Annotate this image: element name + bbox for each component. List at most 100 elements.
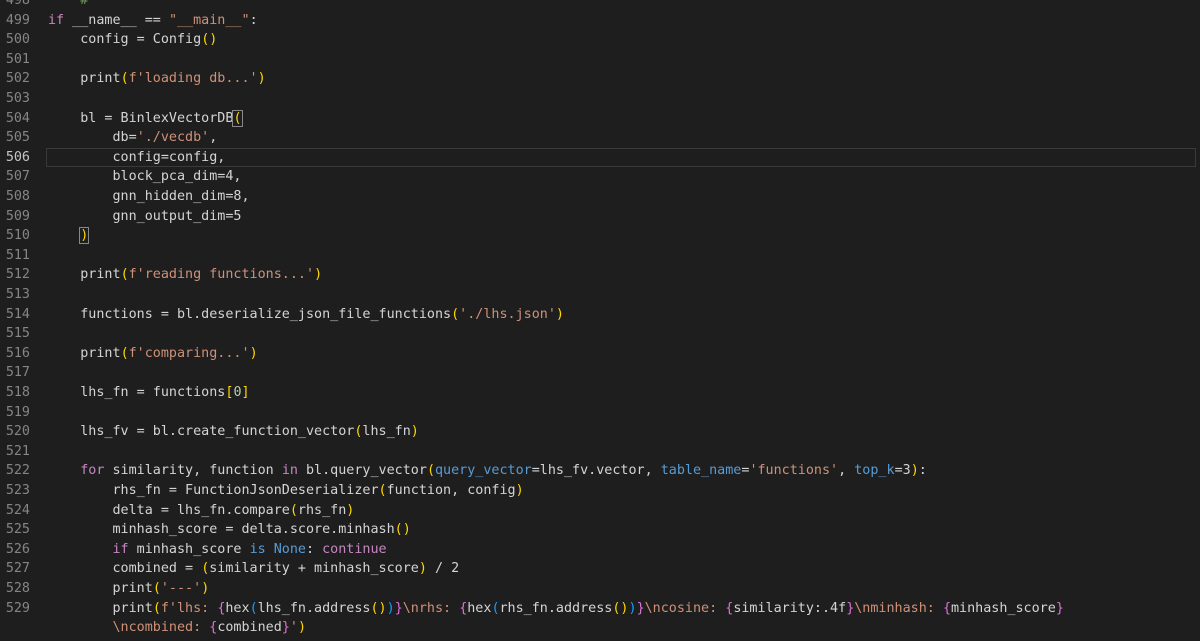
code-text[interactable]: bl = BinlexVectorDB( bbox=[48, 109, 243, 129]
code-text[interactable]: print(f'loading db...') bbox=[48, 69, 265, 89]
code-text[interactable]: config=config, bbox=[48, 148, 225, 168]
code-text[interactable]: lhs_fn = functions[0] bbox=[48, 383, 249, 403]
code-line[interactable]: 499 if __name__ == "__main__": bbox=[0, 11, 1200, 31]
code-line[interactable]: 516 print(f'comparing...') bbox=[0, 344, 1200, 364]
code-token: similarity:.4f bbox=[733, 600, 847, 616]
code-text[interactable]: print(f'comparing...') bbox=[48, 344, 257, 364]
code-text[interactable]: gnn_output_dim=5 bbox=[48, 207, 241, 227]
code-text[interactable]: print(f'reading functions...') bbox=[48, 265, 322, 285]
code-text[interactable]: block_pca_dim=4, bbox=[48, 167, 241, 187]
code-line[interactable]: 500 config = Config() bbox=[0, 30, 1200, 50]
code-token: bl = BinlexVectorDB bbox=[48, 110, 234, 126]
code-token: () bbox=[394, 522, 411, 538]
code-line[interactable]: 526 if minhash_score is None: continue bbox=[0, 540, 1200, 560]
code-text[interactable]: delta = lhs_fn.compare(rhs_fn) bbox=[48, 501, 354, 521]
code-token: function, config bbox=[386, 483, 516, 498]
line-number: 505 bbox=[5, 130, 30, 146]
code-line[interactable]: 517 bbox=[0, 363, 1200, 383]
code-text[interactable]: print('---') bbox=[48, 579, 209, 599]
code-token: } bbox=[394, 600, 403, 616]
code-token: minhash_score bbox=[951, 600, 1056, 616]
line-number: 511 bbox=[5, 247, 30, 263]
code-line[interactable]: 528 print('---') bbox=[0, 579, 1200, 599]
code-text[interactable]: if minhash_score is None: continue bbox=[48, 540, 387, 560]
line-number: 524 bbox=[5, 502, 30, 518]
code-token: delta = lhs_fn.compare bbox=[48, 502, 290, 518]
line-number: 518 bbox=[5, 385, 30, 400]
code-token: f'loading db...' bbox=[128, 71, 258, 87]
code-token: lhs_fn = functions bbox=[48, 385, 226, 400]
code-line[interactable]: \ncombined: {combined}') bbox=[0, 618, 1200, 638]
code-line[interactable]: 510 ) bbox=[0, 226, 1200, 246]
code-text[interactable]: combined = (similarity + minhash_score) … bbox=[48, 559, 459, 579]
code-text[interactable]: # bbox=[48, 0, 88, 11]
code-line[interactable]: 505 db='./vecdb', bbox=[0, 128, 1200, 148]
code-editor[interactable]: 498 #499 if __name__ == "__main__": 500 co… bbox=[0, 0, 1200, 641]
code-line[interactable]: 523 rhs_fn = FunctionJsonDeserializer(fu… bbox=[0, 481, 1200, 501]
code-text[interactable]: \ncombined: {combined}') bbox=[48, 618, 307, 638]
line-number: 522 bbox=[5, 463, 30, 479]
code-text[interactable]: functions = bl.deserialize_json_file_fun… bbox=[48, 305, 564, 325]
code-token: () bbox=[370, 600, 387, 616]
code-line[interactable]: 498 # bbox=[0, 0, 1200, 11]
code-line[interactable]: 503 bbox=[0, 89, 1200, 109]
code-line[interactable]: 506 config=config, bbox=[0, 147, 1200, 168]
line-number: 507 bbox=[5, 169, 30, 185]
code-token: lhs_fn bbox=[362, 424, 411, 440]
line-number: 499 bbox=[5, 12, 30, 28]
line-number: 529 bbox=[5, 600, 30, 616]
code-token: '---' bbox=[160, 581, 202, 596]
code-token: './vecdb' bbox=[136, 130, 210, 146]
line-number: 501 bbox=[5, 51, 30, 67]
code-line[interactable]: 513 bbox=[0, 285, 1200, 305]
code-token: f'reading functions...' bbox=[128, 267, 315, 283]
code-token: =3 bbox=[894, 463, 911, 479]
code-line[interactable]: 504 bl = BinlexVectorDB( bbox=[0, 109, 1200, 129]
code-text[interactable]: lhs_fv = bl.create_function_vector(lhs_f… bbox=[48, 422, 419, 442]
code-text[interactable]: rhs_fn = FunctionJsonDeserializer(functi… bbox=[48, 481, 523, 501]
code-line[interactable]: 520 lhs_fv = bl.create_function_vector(l… bbox=[0, 422, 1200, 442]
code-line[interactable]: 507 block_pca_dim=4, bbox=[0, 167, 1200, 187]
code-line[interactable]: 508 gnn_hidden_dim=8, bbox=[0, 187, 1200, 207]
code-line[interactable]: 514 functions = bl.deserialize_json_file… bbox=[0, 305, 1200, 325]
code-token: \nrhs: bbox=[402, 600, 460, 616]
code-line[interactable]: 521 bbox=[0, 442, 1200, 462]
code-token: gnn_hidden_dim=8, bbox=[48, 189, 250, 204]
code-text[interactable]: for similarity, function in bl.query_vec… bbox=[48, 461, 927, 481]
line-number: 504 bbox=[5, 110, 30, 126]
code-line[interactable]: 512 print(f'reading functions...') bbox=[0, 265, 1200, 285]
code-line[interactable]: 522 for similarity, function in bl.query… bbox=[0, 461, 1200, 481]
code-token: , bbox=[838, 463, 855, 479]
code-line[interactable]: 509 gnn_output_dim=5 bbox=[0, 207, 1200, 227]
code-token: config=config, bbox=[48, 149, 226, 165]
code-token: None bbox=[273, 541, 306, 557]
code-text[interactable]: print(f'lhs: {hex(lhs_fn.address())}\nrh… bbox=[48, 599, 1063, 619]
code-text[interactable]: gnn_hidden_dim=8, bbox=[48, 187, 250, 207]
code-text[interactable]: config = Config() bbox=[48, 30, 217, 50]
code-token: ( bbox=[426, 463, 435, 479]
code-token: ( bbox=[120, 71, 129, 87]
code-line[interactable]: 515 bbox=[0, 324, 1200, 344]
code-token: print bbox=[48, 581, 153, 596]
code-line[interactable]: 501 bbox=[0, 50, 1200, 70]
code-line[interactable]: 527 combined = (similarity + minhash_sco… bbox=[0, 559, 1200, 579]
code-line[interactable]: 524 delta = lhs_fn.compare(rhs_fn) bbox=[0, 501, 1200, 521]
code-token: ) bbox=[418, 561, 427, 577]
code-token: query_vector bbox=[435, 463, 532, 479]
line-number: 503 bbox=[5, 91, 30, 106]
code-line[interactable]: 519 bbox=[0, 403, 1200, 423]
code-token: print bbox=[48, 71, 121, 87]
code-line[interactable]: 518 lhs_fn = functions[0] bbox=[0, 383, 1200, 403]
code-line[interactable]: 502 print(f'loading db...') bbox=[0, 69, 1200, 89]
code-line[interactable]: 511 bbox=[0, 246, 1200, 266]
code-token: gnn_output_dim=5 bbox=[48, 208, 242, 224]
code-text[interactable]: ) bbox=[48, 226, 90, 246]
code-line[interactable]: 529 print(f'lhs: {hex(lhs_fn.address())}… bbox=[0, 599, 1200, 619]
code-text[interactable]: if __name__ == "__main__": bbox=[48, 11, 258, 31]
code-token: rhs_fn = FunctionJsonDeserializer bbox=[48, 483, 379, 498]
code-token: "__main__" bbox=[168, 12, 250, 28]
code-text[interactable]: minhash_score = delta.score.minhash() bbox=[48, 520, 411, 540]
code-text[interactable]: db='./vecdb', bbox=[48, 128, 217, 148]
code-line[interactable]: 525 minhash_score = delta.score.minhash(… bbox=[0, 520, 1200, 540]
